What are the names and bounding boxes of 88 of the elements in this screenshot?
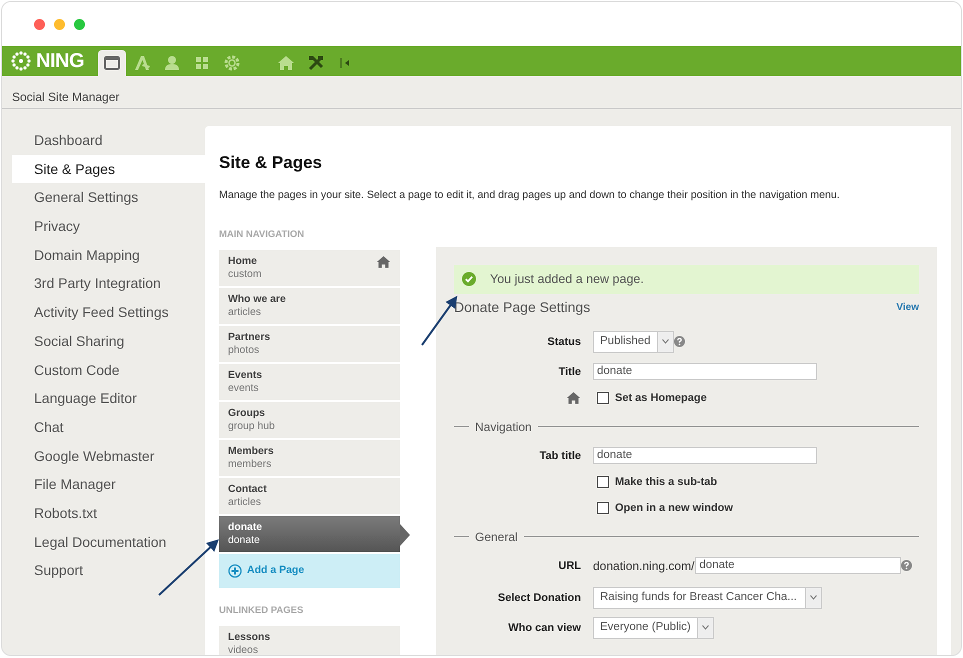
sidebar-item[interactable]: Support xyxy=(12,556,205,585)
page-type: donate xyxy=(228,534,261,548)
page-type: events xyxy=(228,382,260,396)
sidebar-item[interactable]: Chat xyxy=(12,412,205,442)
page-type: articles xyxy=(228,306,262,320)
page-name: Members xyxy=(228,445,274,458)
page-name: Groups xyxy=(228,407,266,420)
view-link[interactable]: View xyxy=(896,300,919,315)
page-item[interactable]: Events events xyxy=(219,364,400,402)
field-label: Status xyxy=(546,334,581,350)
sidebar-item[interactable]: Privacy xyxy=(12,212,205,241)
help-icon[interactable] xyxy=(901,560,912,572)
field-label: Select Donation xyxy=(496,590,581,606)
page-type: members xyxy=(228,458,272,472)
page-name: Events xyxy=(228,369,262,382)
sidebar-item[interactable]: Google Webmaster xyxy=(12,442,205,470)
page-item[interactable]: donate donate xyxy=(219,516,400,554)
page-item[interactable]: Who we are articles xyxy=(219,288,400,326)
alert-text: You just added a new page. xyxy=(490,271,644,288)
section-heading: UNLINKED PAGES xyxy=(219,604,304,618)
window-icon[interactable] xyxy=(98,50,126,76)
checkbox[interactable] xyxy=(597,502,609,514)
select-value: Published xyxy=(600,334,651,350)
page-type: videos xyxy=(228,644,260,655)
sidebar-item[interactable]: Legal Documentation xyxy=(12,528,205,556)
sidebar-item[interactable]: Social Sharing xyxy=(12,326,205,356)
sidebar-item[interactable]: General Settings xyxy=(12,183,205,212)
sidebar-item[interactable]: Language Editor xyxy=(12,384,205,413)
select-field[interactable]: Raising funds for Breast Cancer Cha... xyxy=(593,586,822,609)
select-value: Everyone (Public) xyxy=(600,620,691,636)
section-label: Navigation xyxy=(475,418,532,436)
checkbox[interactable] xyxy=(597,392,609,404)
logo-icon xyxy=(10,50,32,72)
field-label: Title xyxy=(558,364,581,380)
select-value: Raising funds for Breast Cancer Cha... xyxy=(600,590,798,606)
checkbox-label: Make this a sub-tab xyxy=(615,474,718,490)
checkbox-label: Open in a new window xyxy=(615,500,733,516)
sidebar-item[interactable]: Activity Feed Settings xyxy=(12,298,205,327)
caret-icon xyxy=(662,339,669,344)
page-type: custom xyxy=(228,268,262,282)
page-name: Home xyxy=(228,255,258,268)
sidebar-item[interactable]: File Manager xyxy=(12,470,205,499)
page-title: Site & Pages xyxy=(219,152,323,170)
url-prefix: donation.ning.com/ xyxy=(593,558,694,575)
plus-circle-icon xyxy=(228,564,242,578)
page-name: Contact xyxy=(228,483,267,496)
caret-icon xyxy=(810,595,817,600)
maximize-dot[interactable] xyxy=(74,18,85,30)
minimize-dot[interactable] xyxy=(54,18,65,30)
page-name: Who we are xyxy=(228,293,286,306)
page-type: photos xyxy=(228,344,260,358)
page-description: Manage the pages in your site. Select a page to edit it, and drag pages up and down to change their position in the navigation menu. xyxy=(219,188,841,203)
page-item[interactable]: Members members xyxy=(219,440,400,478)
caret-icon xyxy=(702,625,709,630)
page-item[interactable]: Groups group hub xyxy=(219,402,400,440)
section-heading: MAIN NAVIGATION xyxy=(219,228,306,242)
page-name: Partners xyxy=(228,331,270,344)
page-type: group hub xyxy=(228,420,275,434)
page-item[interactable]: Contact articles xyxy=(219,478,400,516)
close-dot[interactable] xyxy=(34,18,45,30)
field-label: URL xyxy=(557,558,581,574)
check-circle-icon xyxy=(462,272,476,286)
field-label: Tab title xyxy=(538,448,581,464)
sidebar-item[interactable]: Robots.txt xyxy=(12,498,205,528)
settings-heading: Donate Page Settings xyxy=(454,298,590,317)
help-icon[interactable] xyxy=(674,336,685,348)
sidebar-item[interactable]: Dashboard xyxy=(12,126,205,155)
page-type: articles xyxy=(228,496,262,510)
sidebar-item[interactable]: 3rd Party Integration xyxy=(12,269,205,298)
sidebar-item[interactable]: Domain Mapping xyxy=(12,240,205,270)
breadcrumb: Social Site Manager xyxy=(2,76,961,109)
logo-text: NING xyxy=(36,49,84,74)
sidebar-item[interactable]: Site & Pages xyxy=(12,154,205,184)
checkbox-label: Set as Homepage xyxy=(615,390,707,406)
text-field[interactable]: donate xyxy=(593,447,817,464)
select-field[interactable]: Everyone (Public) xyxy=(593,616,714,639)
field-label: Who can view xyxy=(507,620,581,636)
page-name: donate xyxy=(228,521,262,534)
checkbox[interactable] xyxy=(597,476,609,488)
text-field[interactable]: donate xyxy=(695,557,902,574)
page-item[interactable]: Home custom xyxy=(219,250,400,288)
select-field[interactable]: Published xyxy=(593,330,674,353)
page-name: Lessons xyxy=(228,631,270,644)
section-label: General xyxy=(475,528,518,546)
sidebar-item[interactable]: Custom Code xyxy=(12,356,205,384)
text-field[interactable]: donate xyxy=(593,363,817,380)
page-item[interactable]: Lessons videos xyxy=(219,626,400,655)
page-item[interactable]: Partners photos xyxy=(219,326,400,364)
